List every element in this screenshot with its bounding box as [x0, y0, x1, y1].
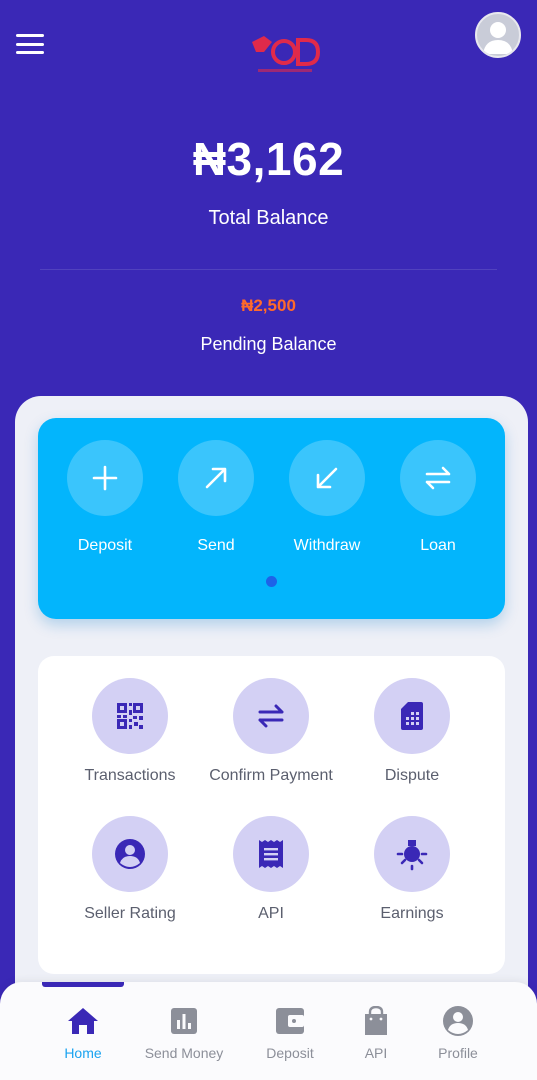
send-button[interactable]: Send: [171, 440, 261, 555]
earnings-button[interactable]: Earnings: [342, 816, 482, 923]
account-circle-icon: [92, 816, 168, 892]
receipt-icon: [233, 816, 309, 892]
send-label: Send: [197, 537, 235, 554]
nav-profile-label: Profile: [438, 1045, 478, 1061]
nav-home[interactable]: Home: [33, 1004, 133, 1061]
logo: [252, 36, 320, 72]
transactions-label: Transactions: [84, 767, 176, 784]
user-silhouette-icon: [483, 22, 513, 54]
top-bar: [0, 0, 537, 90]
api-label: API: [258, 905, 284, 922]
api-button[interactable]: API: [201, 816, 341, 923]
divider: [40, 269, 497, 270]
services-card: Transactions Confirm Payment Dispute Sel…: [38, 656, 505, 974]
wallet-icon: [240, 1004, 340, 1038]
total-balance-amount: ₦3,162: [192, 133, 345, 185]
lightbulb-icon: [374, 816, 450, 892]
nav-home-label: Home: [64, 1045, 102, 1061]
loan-label: Loan: [420, 537, 456, 554]
nav-active-indicator: [42, 982, 124, 987]
pager-dot[interactable]: [266, 576, 277, 587]
transactions-button[interactable]: Transactions: [60, 678, 200, 785]
avatar[interactable]: [475, 12, 521, 58]
pending-balance-label: Pending Balance: [200, 334, 337, 354]
sim-card-icon: [374, 678, 450, 754]
quick-actions-card: Deposit Send Withdraw Loan: [38, 418, 505, 619]
confirm-payment-label: Confirm Payment: [209, 767, 333, 784]
swap-arrows-icon: [400, 440, 476, 516]
seller-rating-label: Seller Rating: [84, 905, 176, 922]
qr-code-icon: [92, 678, 168, 754]
deposit-button[interactable]: Deposit: [60, 440, 150, 555]
home-icon: [33, 1004, 133, 1038]
dispute-button[interactable]: Dispute: [342, 678, 482, 785]
bottom-nav: Home Send Money Deposit API Profile: [0, 982, 537, 1080]
bar-chart-icon: [134, 1004, 234, 1038]
withdraw-button[interactable]: Withdraw: [282, 440, 372, 555]
withdraw-label: Withdraw: [293, 537, 361, 554]
total-balance-label: Total Balance: [208, 207, 329, 229]
seller-rating-button[interactable]: Seller Rating: [60, 816, 200, 923]
confirm-payment-button[interactable]: Confirm Payment: [201, 678, 341, 785]
arrow-up-right-icon: [178, 440, 254, 516]
loan-button[interactable]: Loan: [393, 440, 483, 555]
dispute-label: Dispute: [384, 767, 440, 784]
arrow-down-left-icon: [289, 440, 365, 516]
account-circle-icon: [408, 1004, 508, 1038]
swap-arrows-icon: [233, 678, 309, 754]
pending-balance-amount: ₦2,500: [241, 296, 296, 315]
deposit-label: Deposit: [77, 537, 133, 554]
nav-deposit[interactable]: Deposit: [240, 1004, 340, 1061]
nav-send-money-label: Send Money: [144, 1045, 224, 1061]
nav-profile[interactable]: Profile: [408, 1004, 508, 1061]
nav-send-money[interactable]: Send Money: [134, 1004, 234, 1061]
plus-icon: [67, 440, 143, 516]
earnings-label: Earnings: [380, 905, 444, 922]
nav-deposit-label: Deposit: [266, 1045, 314, 1061]
menu-icon[interactable]: [16, 34, 44, 54]
